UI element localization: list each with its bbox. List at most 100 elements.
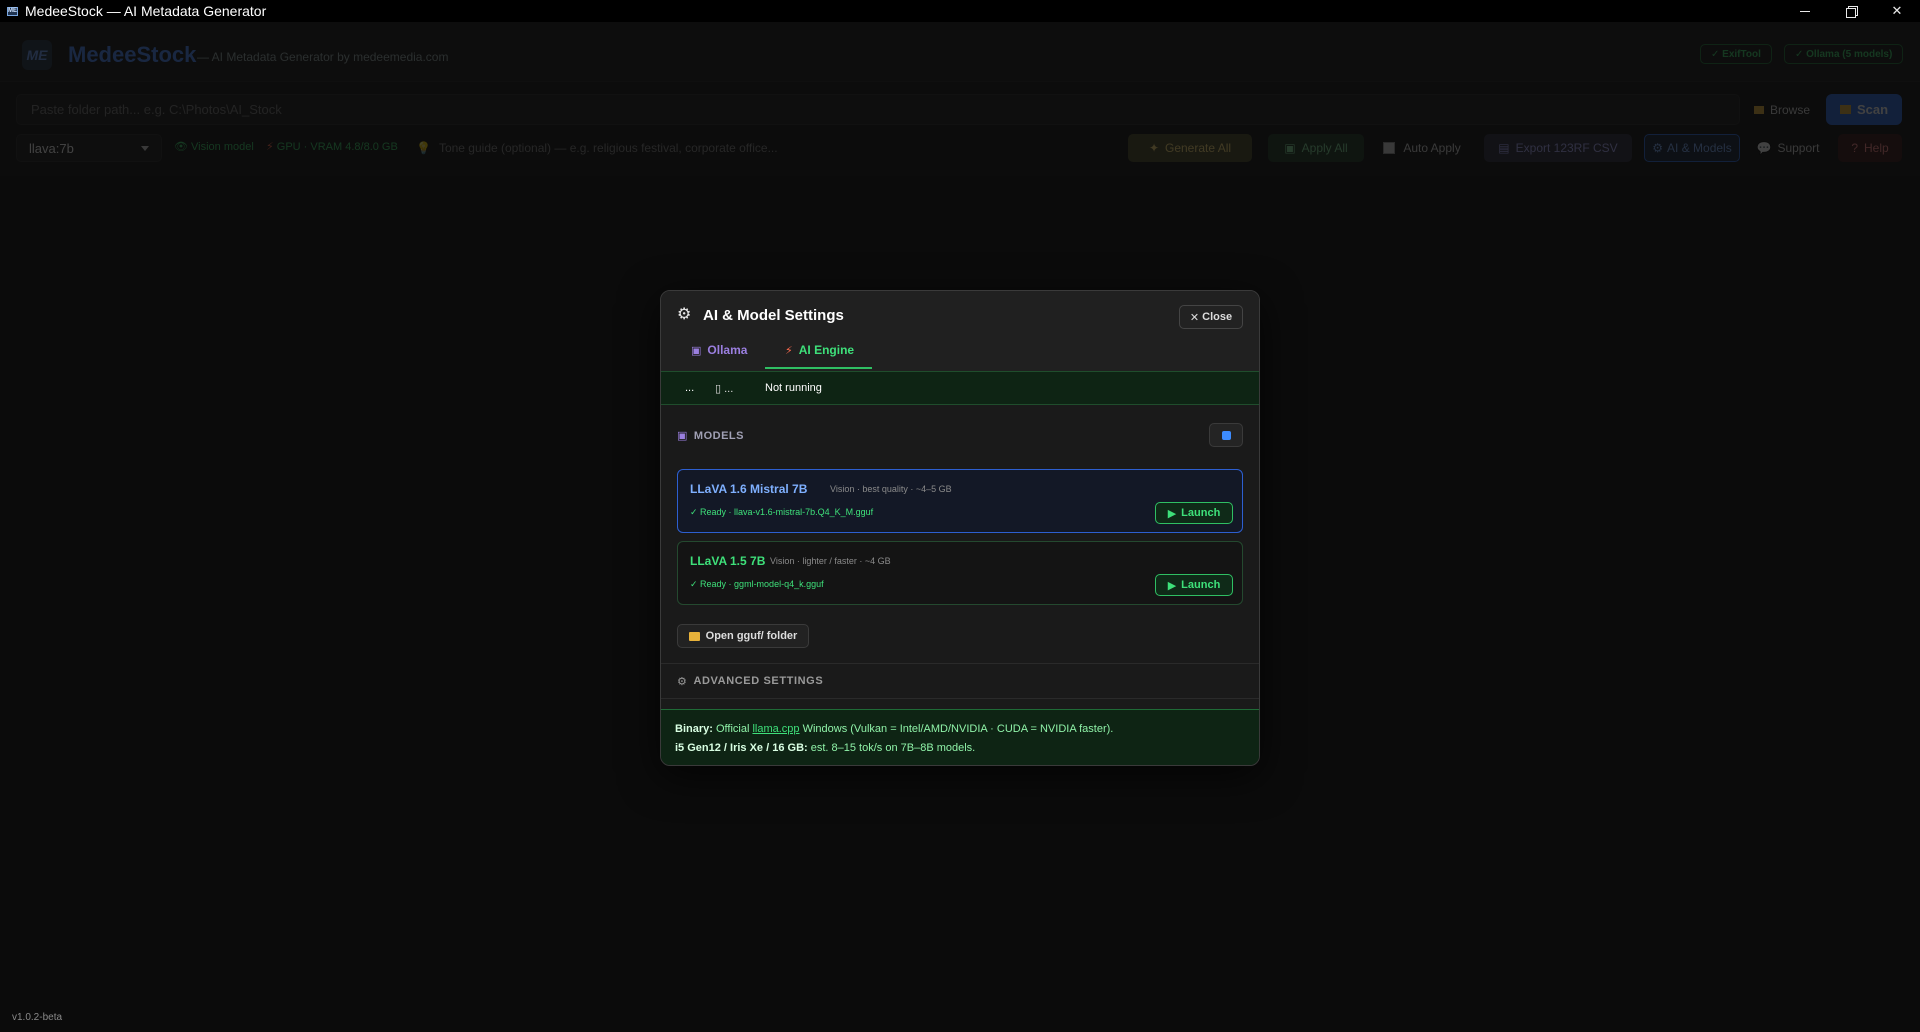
generate-all-button[interactable]: ✦ Generate All — [1128, 134, 1252, 162]
gear-icon: ⚙ — [677, 675, 688, 688]
launch-label: Launch — [1181, 579, 1221, 591]
gpu-status-label: GPU · VRAM 4.8/8.0 GB — [276, 141, 398, 153]
open-gguf-folder-button[interactable]: Open gguf/ folder — [677, 624, 809, 648]
dialog-header: ⚙ AI & Model Settings ✕ Close ▣ Ollama ⚡… — [661, 291, 1259, 371]
model-status: ✓ Ready · llava-v1.6-mistral-7b.Q4_K_M.g… — [690, 507, 874, 517]
app-version: v1.0.2-beta — [12, 1012, 63, 1023]
checkbox-icon — [1383, 142, 1396, 154]
model-card-llava-1-6[interactable]: LLaVA 1.6 Mistral 7B Vision · best quali… — [677, 469, 1243, 533]
support-label: Support — [1777, 141, 1820, 155]
tone-guide-placeholder: Tone guide (optional) — e.g. religious f… — [438, 141, 778, 155]
binary-pre: Official — [715, 723, 750, 735]
tone-guide-input[interactable]: 💡 Tone guide (optional) — e.g. religious… — [408, 134, 1108, 162]
binary-info-line: Binary: Official llama.cpp Windows (Vulk… — [675, 720, 1245, 739]
launch-button[interactable]: ▶ Launch — [1155, 502, 1233, 524]
hardware-info-line: i5 Gen12 / Iris Xe / 16 GB: est. 8–15 to… — [675, 739, 1245, 758]
engine-device: ▯ ... — [715, 382, 734, 395]
robot-icon: ▣ — [691, 344, 702, 357]
scan-button[interactable]: Scan — [1826, 94, 1902, 125]
folder-icon — [1753, 105, 1764, 114]
app-header: ME MedeeStock — AI Metadata Generator by… — [0, 22, 1920, 82]
brand-tagline: — AI Metadata Generator by medeemedia.co… — [197, 50, 449, 64]
question-icon: ? — [1851, 141, 1858, 155]
export-csv-label: Export 123RF CSV — [1515, 141, 1618, 155]
vision-model-tag: 👁 Vision model — [174, 140, 254, 153]
lightning-icon: ⚡ — [266, 141, 277, 153]
brand-name: MedeeStock — [68, 42, 197, 67]
window-title: MedeeStock — AI Metadata Generator — [25, 3, 267, 19]
models-heading: ▣ MODELS — [677, 429, 744, 443]
close-label: Close — [1202, 311, 1233, 323]
dialog-title: AI & Model Settings — [703, 307, 844, 324]
lightning-icon: ⚡ — [785, 344, 793, 357]
llama-cpp-link[interactable]: llama.cpp — [752, 723, 799, 735]
model-select[interactable]: llava:7b — [16, 134, 162, 162]
apply-all-button[interactable]: ▣ Apply All — [1268, 134, 1364, 162]
window-titlebar: ME MedeeStock — AI Metadata Generator ✕ — [0, 0, 1920, 22]
active-tab-indicator — [765, 367, 872, 369]
model-meta: Vision · best quality · ~4–5 GB — [830, 484, 952, 494]
chat-icon: 💬 — [1756, 141, 1772, 155]
model-meta: Vision · lighter / faster · ~4 GB — [770, 556, 891, 566]
apply-icon: ▣ — [1284, 141, 1296, 155]
model-card-llava-1-5[interactable]: LLaVA 1.5 7B Vision · lighter / faster ·… — [677, 541, 1243, 605]
refresh-icon — [1221, 430, 1231, 440]
close-x-icon: ✕ — [1891, 3, 1903, 18]
tab-ollama-label: Ollama — [707, 343, 748, 357]
robot-icon: ▣ — [677, 430, 688, 442]
hardware-label: i5 Gen12 / Iris Xe / 16 GB: — [675, 742, 808, 754]
device-icon: ▯ — [715, 382, 725, 395]
ai-models-button[interactable]: ⚙ AI & Models — [1644, 134, 1740, 162]
help-label: Help — [1864, 141, 1889, 155]
launch-label: Launch — [1181, 507, 1221, 519]
minimize-button[interactable] — [1782, 0, 1828, 22]
model-name: LLaVA 1.5 7B — [690, 554, 766, 568]
tab-ai-engine[interactable]: ⚡ AI Engine — [785, 337, 854, 363]
browse-label: Browse — [1769, 102, 1810, 117]
tab-ollama[interactable]: ▣ Ollama — [691, 337, 747, 363]
advanced-settings-toggle[interactable]: ⚙ ADVANCED SETTINGS — [661, 663, 1259, 699]
ollama-badge: ✓ Ollama (5 models) — [1784, 44, 1904, 64]
gear-icon: ⚙ — [677, 306, 692, 323]
model-name: LLaVA 1.6 Mistral 7B — [690, 482, 808, 496]
advanced-settings-label: ADVANCED SETTINGS — [693, 675, 824, 687]
folder-icon — [688, 631, 700, 641]
gpu-status-tag: ⚡ GPU · VRAM 4.8/8.0 GB — [266, 140, 398, 153]
lightbulb-icon: 💡 — [416, 141, 431, 155]
binary-post: Windows (Vulkan = Intel/AMD/NVIDIA · CUD… — [802, 723, 1114, 735]
ai-models-label: AI & Models — [1667, 141, 1732, 155]
support-button[interactable]: 💬 Support — [1752, 134, 1824, 162]
engine-info-box: Binary: Official llama.cpp Windows (Vulk… — [661, 709, 1259, 765]
chevron-down-icon — [141, 145, 149, 151]
document-icon: ▤ — [1498, 141, 1510, 155]
refresh-models-button[interactable] — [1209, 423, 1243, 447]
minimize-icon — [1800, 10, 1810, 12]
eye-icon: 👁 — [174, 141, 192, 153]
app-icon: ME — [7, 6, 18, 16]
engine-status-bar: ... ▯ ... Not running — [661, 371, 1259, 405]
model-status: ✓ Ready · ggml-model-q4_k.gguf — [690, 579, 824, 589]
auto-apply-checkbox[interactable]: Auto Apply — [1376, 134, 1468, 162]
restore-button[interactable] — [1828, 0, 1874, 22]
vision-model-label: Vision model — [191, 141, 254, 153]
export-csv-button[interactable]: ▤ Export 123RF CSV — [1484, 134, 1632, 162]
play-icon: ▶ — [1167, 579, 1177, 592]
launch-button[interactable]: ▶ Launch — [1155, 574, 1233, 596]
window-close-button[interactable]: ✕ — [1874, 0, 1920, 22]
binary-label: Binary: — [675, 723, 713, 735]
ai-model-settings-dialog: ⚙ AI & Model Settings ✕ Close ▣ Ollama ⚡… — [660, 290, 1260, 766]
help-button[interactable]: ? Help — [1838, 134, 1902, 162]
tab-ai-engine-label: AI Engine — [798, 343, 855, 357]
browse-button[interactable]: Browse — [1740, 94, 1824, 125]
hardware-estimate: est. 8–15 tok/s on 7B–8B models. — [810, 742, 976, 754]
auto-apply-label: Auto Apply — [1403, 141, 1461, 155]
play-icon: ▶ — [1167, 507, 1177, 520]
engine-status-dots: ... — [685, 382, 695, 394]
dialog-close-button[interactable]: ✕ Close — [1179, 305, 1243, 329]
gear-icon: ⚙ — [1652, 141, 1664, 155]
sparkle-icon: ✦ — [1148, 141, 1159, 155]
folder-icon — [1839, 105, 1851, 114]
folder-path-input[interactable]: Paste folder path... e.g. C:\Photos\AI_S… — [16, 94, 1740, 125]
logo: ME — [22, 40, 52, 70]
exiftool-badge: ✓ ExifTool — [1700, 44, 1772, 64]
